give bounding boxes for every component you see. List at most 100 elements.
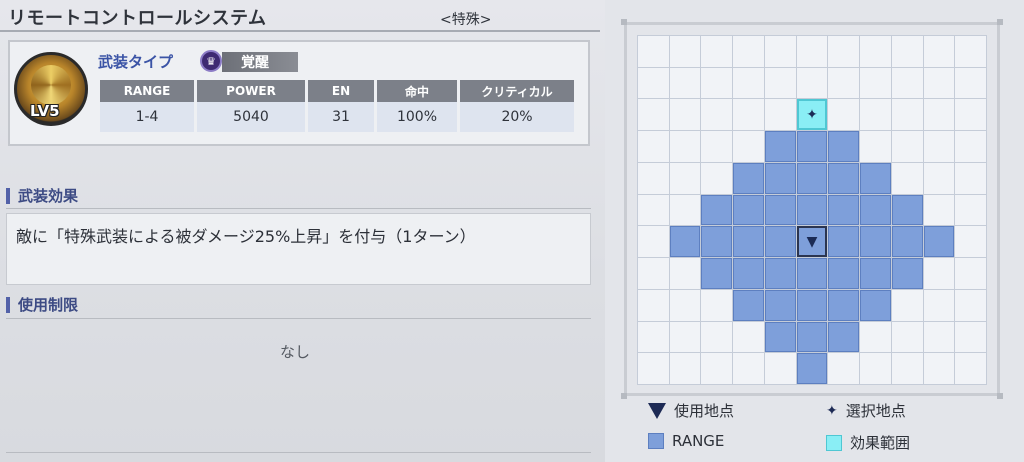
grid-cell (733, 36, 764, 67)
grid-cell (638, 258, 669, 289)
grid-cell (701, 353, 733, 384)
grid-cell (923, 99, 955, 131)
header-divider (0, 30, 600, 32)
grid-cell (733, 162, 764, 194)
grid-cell (828, 226, 860, 258)
frame-corner (621, 19, 627, 25)
stat-header-range: RANGE (100, 80, 194, 102)
grid-cell (669, 131, 701, 162)
grid-cell (764, 289, 796, 321)
grid-cell (955, 226, 986, 258)
restriction-heading: 使用制限 (6, 297, 78, 313)
stat-header-en: EN (308, 80, 374, 102)
grid-cell (923, 162, 955, 194)
grid-cell (891, 258, 923, 289)
grid-cell (701, 162, 733, 194)
grid-cell (701, 36, 733, 67)
grid-cell (669, 321, 701, 353)
stat-value-critical: 20% (460, 102, 574, 132)
restriction-divider (6, 318, 591, 319)
grid-cell (701, 321, 733, 353)
grid-cell (891, 131, 923, 162)
grid-cell (669, 99, 701, 131)
grid-cell (701, 67, 733, 99)
frame-corner (621, 393, 627, 399)
grid-cell (891, 226, 923, 258)
grid-cell (828, 194, 860, 226)
grid-cell (669, 226, 701, 258)
grid-cell (733, 258, 764, 289)
grid-cell (764, 226, 796, 258)
awaken-badge: 覚醒 (222, 52, 298, 72)
grid-cell (638, 99, 669, 131)
bottom-divider (6, 452, 591, 453)
grid-cell (701, 226, 733, 258)
grid-cell (828, 353, 860, 384)
effect-text: 敵に「特殊武装による被ダメージ25%上昇」を付与（1ターン） (16, 227, 476, 246)
grid-cell (669, 36, 701, 67)
grid-cell (638, 36, 669, 67)
grid-cell (955, 67, 986, 99)
grid-cell (796, 321, 828, 353)
grid-cell (733, 289, 764, 321)
legend-select-point: ✦ 選択地点 (826, 400, 906, 421)
frame-corner (997, 19, 1003, 25)
stat-value-en: 31 (308, 102, 374, 132)
grid-cell (796, 194, 828, 226)
grid-cell (828, 99, 860, 131)
grid-cell (828, 289, 860, 321)
awaken-label: 覚醒 (241, 55, 269, 71)
grid-cell (796, 258, 828, 289)
awaken-icon: ♛ (200, 50, 222, 72)
grid-cell (764, 67, 796, 99)
weapon-type-label: 武装タイプ (98, 53, 174, 71)
grid-cell (638, 289, 669, 321)
grid-cell (860, 258, 891, 289)
grid-cell (764, 194, 796, 226)
use-point-marker-icon: ▼ (806, 233, 818, 250)
grid-cell (638, 321, 669, 353)
grid-cell (955, 99, 986, 131)
grid-cell (669, 289, 701, 321)
grid-cell (955, 131, 986, 162)
grid-cell (891, 67, 923, 99)
legend-use-point: 使用地点 (648, 400, 734, 421)
grid-cell (733, 67, 764, 99)
grid-cell (891, 36, 923, 67)
weapon-stats-table: RANGE POWER EN 命中 クリティカル 1-4 5040 31 100… (97, 80, 577, 132)
legend-select-point-label: 選択地点 (845, 402, 906, 420)
grid-cell (923, 67, 955, 99)
weapon-name: リモートコントロールシステム (8, 8, 267, 29)
stat-value-range: 1-4 (100, 102, 194, 132)
grid-cell (955, 321, 986, 353)
grid-cell (891, 162, 923, 194)
grid-cell (955, 353, 986, 384)
grid-cell: ✦ (796, 99, 828, 131)
grid-cell (860, 36, 891, 67)
grid-cell (828, 131, 860, 162)
grid-cell (764, 353, 796, 384)
grid-cell (796, 36, 828, 67)
range-swatch-icon (648, 433, 664, 449)
stat-header-critical: クリティカル (460, 80, 574, 102)
grid-cell (796, 353, 828, 384)
legend-use-point-label: 使用地点 (674, 402, 735, 420)
grid-cell (923, 131, 955, 162)
grid-cell (860, 194, 891, 226)
grid-cell (923, 289, 955, 321)
grid-cell (669, 258, 701, 289)
grid-cell (733, 226, 764, 258)
grid-cell (764, 321, 796, 353)
grid-cell (891, 321, 923, 353)
select-point-icon: ✦ (826, 402, 838, 419)
grid-cell (860, 321, 891, 353)
grid-cell (701, 258, 733, 289)
grid-cell (638, 67, 669, 99)
grid-cell (955, 162, 986, 194)
grid-cell (796, 67, 828, 99)
grid-cell (701, 131, 733, 162)
grid-cell (860, 131, 891, 162)
stat-value-accuracy: 100% (377, 102, 457, 132)
restriction-text: なし (280, 343, 311, 361)
grid-cell (955, 36, 986, 67)
